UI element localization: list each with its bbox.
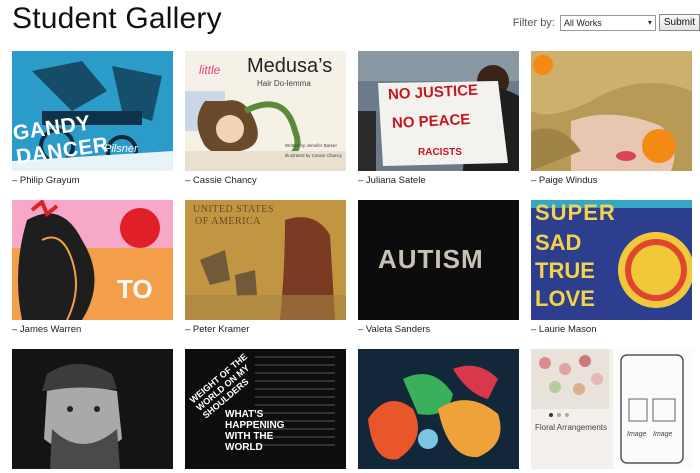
art-title-text: little [199,63,221,77]
artist-caption[interactable]: – Valeta Sanders [358,324,519,335]
art-title-text: SAD [535,230,582,255]
artist-caption[interactable]: – Philip Grayum [12,175,173,186]
page-title: Student Gallery [12,2,222,35]
gallery-item-juliana-satele[interactable]: NO JUSTICE NO PEACE RACISTS – Juliana Sa… [358,51,519,186]
artist-caption[interactable]: – Laurie Mason [531,324,692,335]
artist-caption[interactable]: – James Warren [12,324,173,335]
art-title-text: UNITED STATES [193,204,274,215]
gallery-item-paige-windus[interactable]: – Paige Windus [531,51,692,186]
art-subtitle-text: Pilsner [104,143,138,155]
art-title-text: LOVE [535,286,595,311]
artwork-thumbnail[interactable]: Floral Arrangements Image Image [531,349,692,469]
artwork-thumbnail[interactable] [12,349,173,469]
artist-caption[interactable]: – Paige Windus [531,175,692,186]
gallery-item-portrait[interactable] [12,349,173,473]
art-title-text: TRUE [535,258,595,283]
art-subtitle-text: Hair Do-lemma [257,79,311,88]
chevron-down-icon: ▾ [647,18,652,27]
gallery-item-philip-grayum[interactable]: GANDY DANCER Pilsner – Philip Grayum [12,51,173,186]
artist-caption[interactable]: – Peter Kramer [185,324,346,335]
gallery-item-lettering[interactable] [358,349,519,473]
artwork-thumbnail[interactable]: NO JUSTICE NO PEACE RACISTS [358,51,519,171]
artwork-thumbnail[interactable]: UNITED STATES OF AMERICA [185,200,346,320]
artwork-thumbnail[interactable]: TO [12,200,173,320]
filter-bar: Filter by: All Works ▾ Submit [513,14,700,31]
filter-label: Filter by: [512,16,555,29]
gallery-item-floral-arrangements[interactable]: Floral Arrangements Image Image [531,349,692,473]
art-label-text: Image [627,431,647,438]
art-title-text: SUPER [535,200,616,225]
art-credit-text: Illustrated by Cassie Chancy [285,153,343,158]
art-title-text: Medusa’s [247,55,333,77]
artwork-thumbnail[interactable]: SUPER SAD TRUE LOVE [531,200,692,320]
art-subtitle-text: RACISTS [418,147,462,158]
artwork-thumbnail[interactable]: little Medusa’s Hair Do-lemma Written by… [185,51,346,171]
art-title-text: TO [117,274,153,304]
artist-caption[interactable]: – Juliana Satele [358,175,519,186]
art-title-text: Floral Arrangements [535,423,608,432]
gallery-item-laurie-mason[interactable]: SUPER SAD TRUE LOVE – Laurie Mason [531,200,692,335]
artwork-thumbnail[interactable]: GANDY DANCER Pilsner [12,51,173,171]
artist-caption[interactable]: – Cassie Chancy [185,175,346,186]
artwork-thumbnail[interactable]: WEIGHT OF THE WORLD ON MY SHOULDERS WHAT… [185,349,346,469]
gallery-item-peter-kramer[interactable]: UNITED STATES OF AMERICA – Peter Kramer [185,200,346,335]
artwork-thumbnail[interactable]: AUTISM [358,200,519,320]
artwork-thumbnail[interactable] [358,349,519,469]
gallery-item-typography[interactable]: WEIGHT OF THE WORLD ON MY SHOULDERS WHAT… [185,349,346,473]
artwork-thumbnail[interactable] [531,51,692,171]
filter-selected-value: All Works [563,17,602,28]
submit-button[interactable]: Submit [658,14,700,31]
art-subtitle-text: WHAT'S HAPPENING WITH THE WORLD [225,409,285,453]
gallery-item-cassie-chancy[interactable]: little Medusa’s Hair Do-lemma Written by… [185,51,346,186]
gallery-item-valeta-sanders[interactable]: AUTISM – Valeta Sanders [358,200,519,335]
art-title-text: OF AMERICA [195,216,261,227]
filter-select[interactable]: All Works ▾ [559,14,656,31]
gallery-item-james-warren[interactable]: TO – James Warren [12,200,173,335]
art-credit-text: Written by Jennifer Barker [285,143,337,148]
art-title-text: AUTISM [378,244,484,274]
art-label-text: Image [653,431,673,438]
